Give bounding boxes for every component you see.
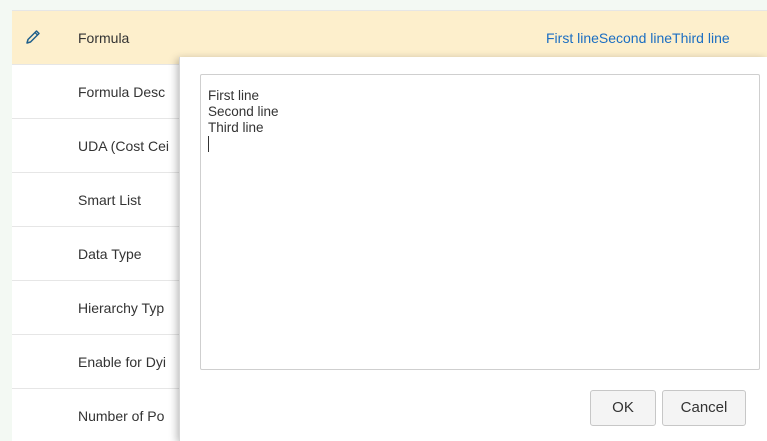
pencil-icon[interactable] — [24, 28, 42, 46]
property-label: Formula — [78, 30, 130, 46]
text-caret — [208, 136, 209, 152]
property-label: Smart List — [78, 192, 142, 208]
formula-line: Second line — [208, 104, 279, 119]
formula-line: First line — [208, 88, 260, 103]
formula-textarea[interactable]: First line Second line Third line — [200, 74, 760, 370]
formula-line: Third line — [208, 120, 264, 135]
property-label: Data Type — [78, 246, 142, 262]
formula-editor-popup: First line Second line Third line OK Can… — [179, 57, 767, 441]
ok-button[interactable]: OK — [590, 390, 656, 426]
property-label: Formula Desc — [78, 84, 166, 100]
property-label: Hierarchy Typ — [78, 300, 165, 316]
property-label: Enable for Dyi — [78, 354, 166, 370]
property-label: Number of Po — [78, 408, 165, 424]
page: Formula First lineSecond lineThird line … — [0, 0, 767, 441]
property-label: UDA (Cost Cei — [78, 138, 170, 154]
cancel-button[interactable]: Cancel — [662, 390, 746, 426]
